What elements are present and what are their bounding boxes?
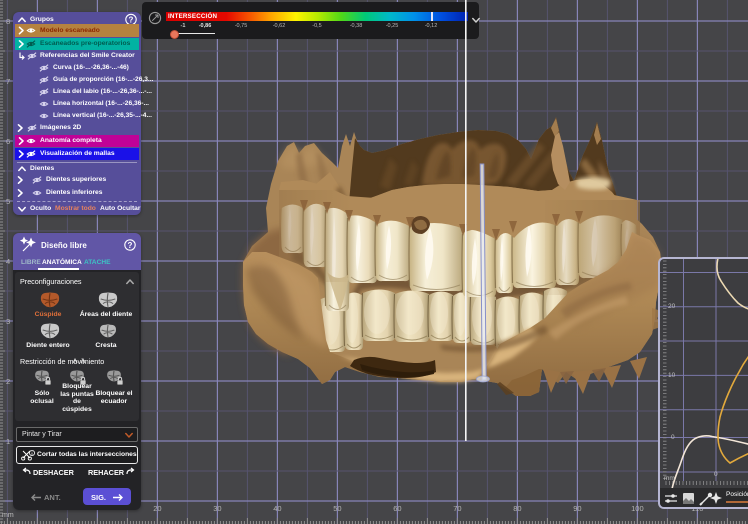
svg-text:?: ? xyxy=(129,15,134,24)
svg-text:i: i xyxy=(31,451,32,456)
svg-text:?: ? xyxy=(128,241,133,250)
